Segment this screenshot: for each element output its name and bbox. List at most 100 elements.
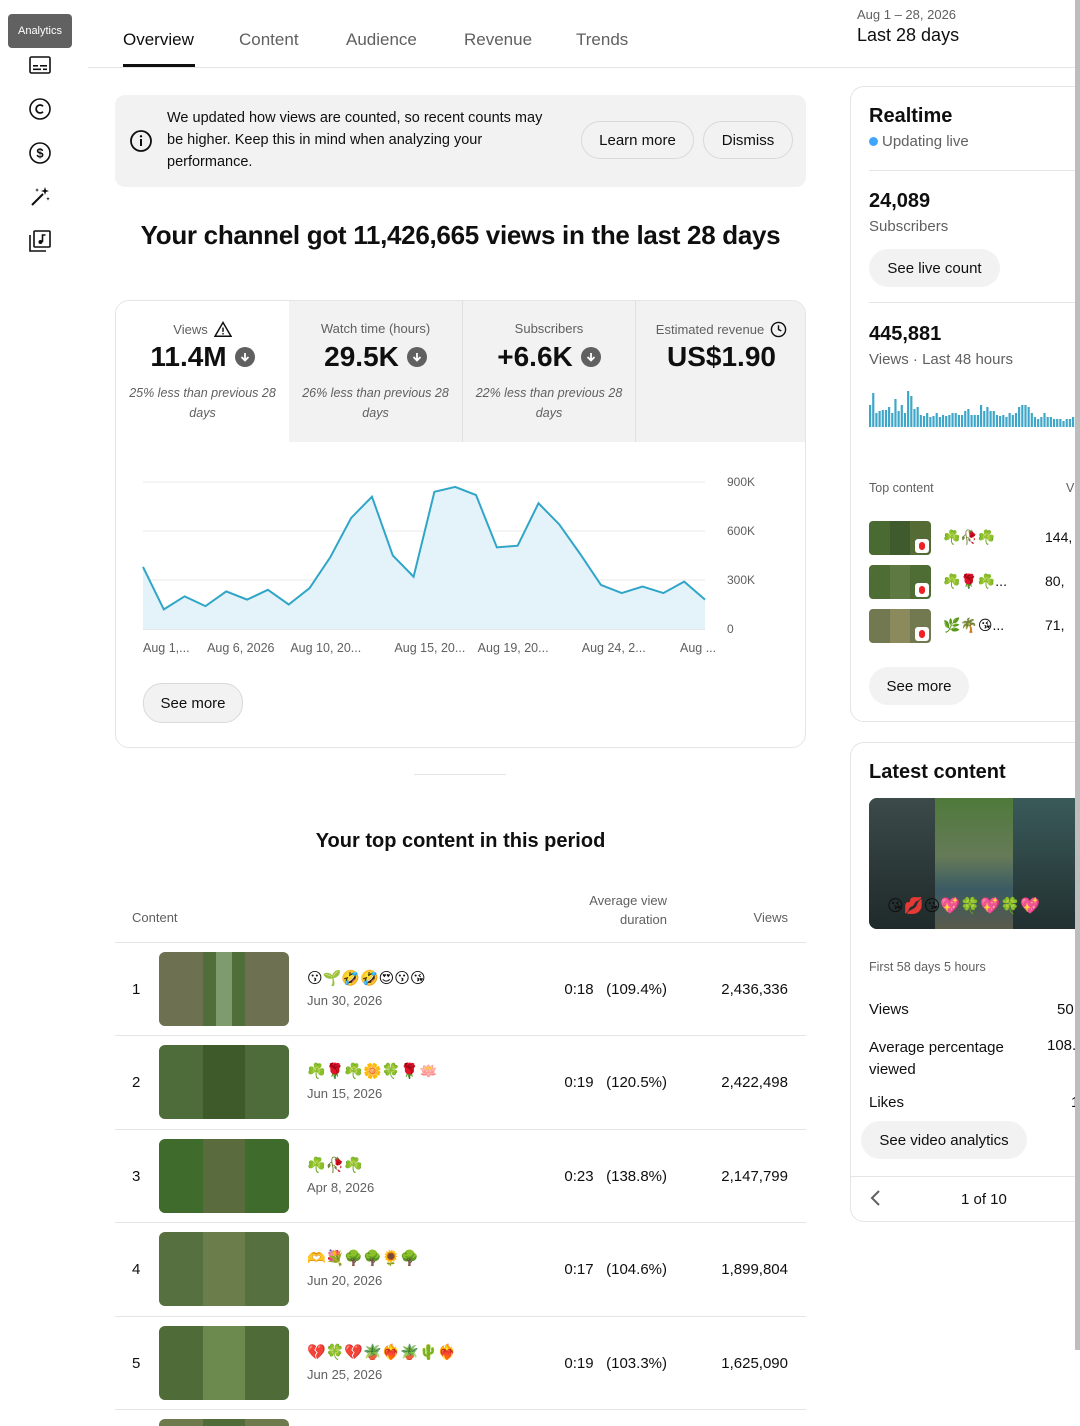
- x-tick-label: Aug 24, 2...: [582, 641, 646, 655]
- see-more-button[interactable]: See more: [143, 683, 243, 723]
- table-row[interactable]: 2 ☘️🌹☘️🌼🍀🌹🪷 Jun 15, 2026 0:19 (120.5%) 2,422…: [115, 1035, 806, 1128]
- realtime-bar: [1024, 405, 1027, 427]
- table-row[interactable]: 4 🫶💐🌳🌳🌻🌳 Jun 20, 2026 0:17 (104.6%) 1,899,80…: [115, 1222, 806, 1315]
- realtime-bar: [951, 413, 954, 427]
- video-thumbnail[interactable]: [159, 1232, 289, 1307]
- tab-audience[interactable]: Audience: [346, 30, 417, 50]
- latest-stat-value: 108.: [1047, 1037, 1077, 1054]
- see-video-analytics-button[interactable]: See video analytics: [861, 1121, 1027, 1159]
- video-title[interactable]: ☘️🥀☘️: [307, 1156, 363, 1174]
- scrollbar[interactable]: [1075, 0, 1080, 1350]
- realtime-bar: [910, 396, 913, 427]
- latest-stat-value: 50: [1057, 1001, 1074, 1018]
- video-date: Jun 30, 2026: [307, 993, 383, 1008]
- realtime-bar: [1071, 417, 1075, 427]
- x-tick-label: Aug 15, 20...: [394, 641, 465, 655]
- table-row[interactable]: 1 😗🌱🤣🤣😍😗😘 Jun 30, 2026 0:18 (109.4%) 2,436,3…: [115, 942, 806, 1035]
- video-views: 1,625,090: [721, 1354, 788, 1372]
- avg-view-duration: 0:23 (138.8%): [564, 1168, 667, 1185]
- video-thumbnail[interactable]: [159, 1419, 289, 1426]
- realtime-bar: [922, 416, 926, 427]
- see-more-button[interactable]: See more: [869, 667, 969, 705]
- realtime-item[interactable]: ☘️🥀☘️ 144,: [869, 521, 1080, 557]
- divider: [869, 302, 1080, 303]
- arrow-down-icon: [580, 347, 601, 367]
- pager-label: 1 of 10: [961, 1191, 1007, 1208]
- audio-library-icon[interactable]: [27, 228, 53, 254]
- active-tab-indicator: [123, 64, 195, 67]
- live-dot-icon: [869, 137, 878, 146]
- realtime-bar: [1065, 419, 1068, 427]
- realtime-bar: [970, 415, 973, 427]
- latest-content-card: Latest content 😘💋😘💖🍀💖🍀💖 First 58 days 5 …: [850, 742, 1080, 1222]
- realtime-bar: [1056, 419, 1059, 427]
- avg-view-duration-time: 0:17: [564, 1261, 594, 1279]
- latest-video-thumbnail[interactable]: 😘💋😘💖🍀💖🍀💖: [869, 798, 1080, 929]
- table-row[interactable]: 3 ☘️🥀☘️ Apr 8, 2026 0:23 (138.8%) 2,147,799: [115, 1128, 806, 1222]
- metric-revenue[interactable]: Estimated revenue US$1.90: [635, 301, 805, 442]
- realtime-bar: [1052, 419, 1056, 427]
- video-thumbnail[interactable]: [159, 1138, 289, 1213]
- realtime-status: Updating live: [869, 133, 969, 150]
- divider: [869, 170, 1080, 171]
- overview-stats-card: Views 11.4M 25% less than previous 28 da…: [115, 300, 806, 748]
- video-title[interactable]: 🫶💐🌳🌳🌻🌳: [307, 1249, 419, 1267]
- avg-view-duration-percent: (120.5%): [606, 1074, 667, 1092]
- avg-view-duration: 0:18 (109.4%): [564, 981, 667, 998]
- video-title[interactable]: ☘️🌹☘️🌼🍀🌹🪷: [307, 1062, 438, 1080]
- realtime-item-title: ☘️🥀☘️: [943, 529, 996, 545]
- column-header-views[interactable]: Views: [730, 910, 788, 925]
- realtime-bar: [891, 413, 894, 427]
- realtime-bar: [929, 417, 932, 427]
- date-range-dates[interactable]: Aug 1 – 28, 2026: [857, 7, 956, 22]
- metric-views[interactable]: Views 11.4M 25% less than previous 28 da…: [116, 301, 289, 442]
- video-thumbnail: [869, 609, 931, 643]
- realtime-bar: [976, 415, 979, 427]
- x-tick-label: Aug 10, 20...: [290, 641, 361, 655]
- table-row[interactable]: 5 💔🍀💔🪴❤️‍🔥🪴🌵❤️‍🔥 Jun 25, 2026 0:19 (103.3%)…: [115, 1315, 806, 1409]
- x-tick-label: Aug 1,...: [143, 641, 190, 655]
- chevron-left-icon[interactable]: [869, 1189, 883, 1207]
- tab-trends[interactable]: Trends: [576, 30, 628, 50]
- column-header-avd[interactable]: Average view duration: [560, 891, 667, 929]
- tab-revenue[interactable]: Revenue: [464, 30, 532, 50]
- views-line-chart[interactable]: 0 300K 600K 900K Aug 1,... Aug 6, 2026 Aug 10,…: [116, 442, 806, 672]
- realtime-bar-chart[interactable]: [869, 383, 1080, 428]
- realtime-title: Realtime: [869, 105, 953, 127]
- table-row[interactable]: [115, 1409, 806, 1426]
- realtime-item[interactable]: 🌿🌴😘... 71,: [869, 609, 1080, 645]
- realtime-item[interactable]: ☘️🌹☘️... 80,: [869, 565, 1080, 601]
- subtitles-icon[interactable]: [27, 52, 53, 78]
- realtime-bar: [907, 391, 910, 427]
- see-live-count-button[interactable]: See live count: [869, 249, 1000, 287]
- realtime-bar: [1014, 413, 1018, 427]
- y-tick-label: 900K: [727, 475, 755, 489]
- tab-content[interactable]: Content: [239, 30, 299, 50]
- video-thumbnail[interactable]: [159, 952, 289, 1026]
- metric-watch-time[interactable]: Watch time (hours) 29.5K 26% less than p…: [289, 301, 462, 442]
- copyright-icon[interactable]: [27, 96, 53, 122]
- metric-value: +6.6K: [497, 341, 573, 372]
- monetization-icon[interactable]: $: [27, 140, 53, 166]
- realtime-item-views: 71,: [1045, 617, 1065, 633]
- video-thumbnail[interactable]: [159, 1045, 289, 1120]
- latest-stat-label: Views: [869, 1001, 909, 1018]
- avg-view-duration-time: 0:18: [564, 981, 594, 998]
- date-range-picker[interactable]: Last 28 days: [857, 25, 959, 46]
- dismiss-button[interactable]: Dismiss: [703, 121, 793, 159]
- tab-overview[interactable]: Overview: [123, 30, 194, 50]
- video-title[interactable]: 💔🍀💔🪴❤️‍🔥🪴🌵❤️‍🔥: [307, 1343, 456, 1361]
- realtime-bar: [1027, 407, 1030, 427]
- realtime-bar: [903, 413, 907, 427]
- magic-wand-icon[interactable]: [27, 184, 53, 210]
- metric-subscribers[interactable]: Subscribers +6.6K 22% less than previous…: [462, 301, 635, 442]
- video-views: 2,422,498: [721, 1074, 788, 1092]
- realtime-bar: [1011, 415, 1014, 427]
- video-thumbnail[interactable]: [159, 1325, 289, 1400]
- video-title[interactable]: 😗🌱🤣🤣😍😗😘: [307, 969, 426, 987]
- realtime-bar: [938, 417, 941, 427]
- metric-label: Watch time (hours): [320, 321, 431, 336]
- row-rank: 2: [132, 1074, 141, 1092]
- realtime-bar: [875, 413, 878, 427]
- learn-more-button[interactable]: Learn more: [581, 121, 694, 159]
